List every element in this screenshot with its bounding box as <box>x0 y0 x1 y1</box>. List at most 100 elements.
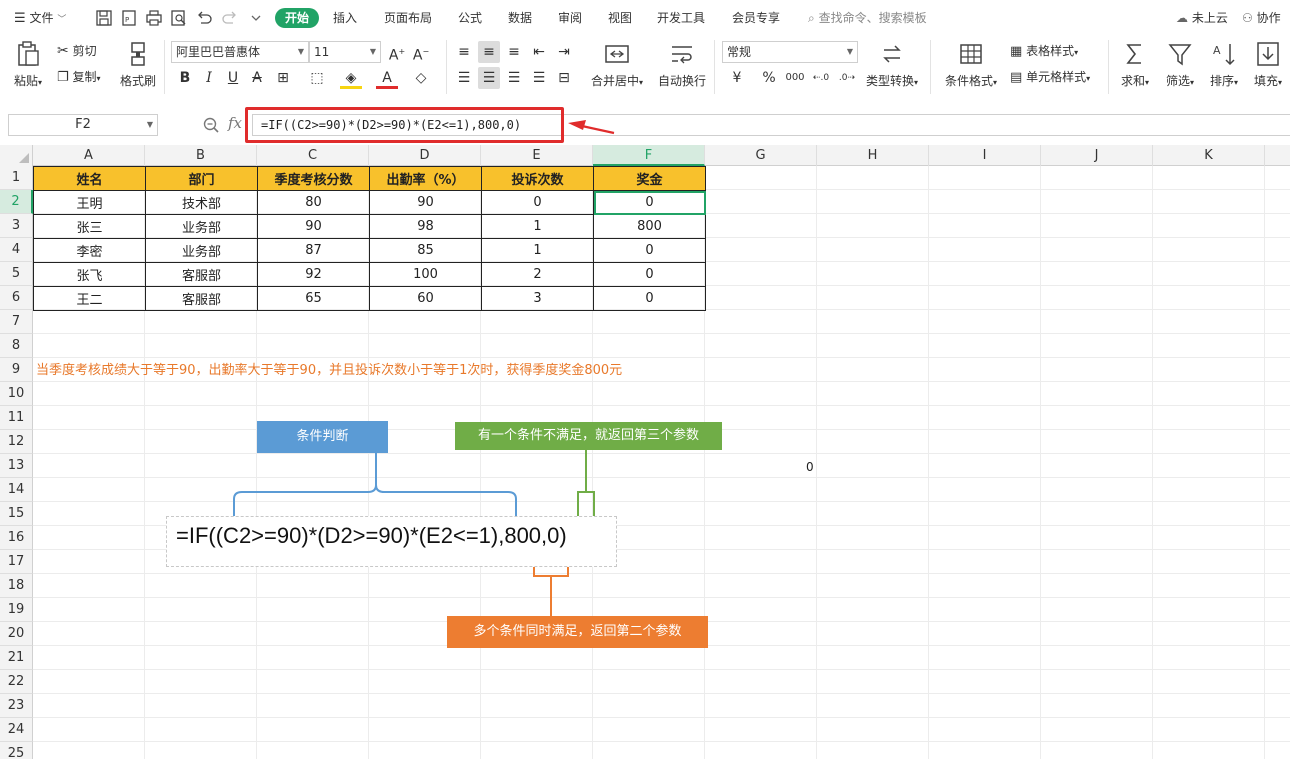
fx-icon[interactable]: fx <box>228 114 242 132</box>
condition-callout[interactable]: 条件判断 <box>257 421 388 453</box>
underline-icon[interactable]: U <box>222 67 244 89</box>
row-header-18[interactable]: 18 <box>0 574 33 598</box>
column-header-a[interactable]: A <box>33 145 145 166</box>
table-cell[interactable]: 0 <box>593 286 706 311</box>
decrease-font-size-icon[interactable]: A− <box>410 41 432 64</box>
bonus-rule-note[interactable]: 当季度考核成绩大于等于90，出勤率大于等于90，并且投诉次数小于等于1次时，获得… <box>36 359 622 378</box>
table-cell[interactable]: 张三 <box>33 214 146 239</box>
true-result-callout[interactable]: 多个条件同时满足，返回第二个参数 <box>447 616 708 648</box>
row-header-15[interactable]: 15 <box>0 502 33 526</box>
row-header-23[interactable]: 23 <box>0 694 33 718</box>
fill-pattern-icon[interactable]: ⬚ <box>306 67 328 89</box>
row-header-2[interactable]: 2 <box>0 190 33 214</box>
copy-button[interactable]: ❐ 复制▾ <box>57 67 101 87</box>
table-cell[interactable]: 3 <box>481 286 594 311</box>
column-header-d[interactable]: D <box>369 145 481 166</box>
fill-button[interactable]: 填充▾ <box>1248 40 1288 89</box>
table-header-cell[interactable]: 投诉次数 <box>481 166 594 191</box>
table-cell[interactable]: 2 <box>481 262 594 287</box>
row-header-14[interactable]: 14 <box>0 478 33 502</box>
table-header-cell[interactable]: 出勤率（%） <box>369 166 482 191</box>
redo-icon[interactable] <box>221 9 239 27</box>
table-cell[interactable]: 100 <box>369 262 482 287</box>
row-header-21[interactable]: 21 <box>0 646 33 670</box>
format-painter-button[interactable]: 格式刷 <box>118 40 158 89</box>
table-cell[interactable]: 1 <box>481 238 594 263</box>
table-header-cell[interactable]: 姓名 <box>33 166 146 191</box>
row-header-16[interactable]: 16 <box>0 526 33 550</box>
table-cell[interactable]: 1 <box>481 214 594 239</box>
row-header-13[interactable]: 13 <box>0 454 33 478</box>
decrease-decimal-icon[interactable]: .0⇢ <box>836 67 858 89</box>
save-icon[interactable] <box>95 9 113 27</box>
wrap-text-button[interactable]: 自动换行 <box>656 40 708 89</box>
table-cell[interactable]: 王明 <box>33 190 146 215</box>
conditional-format-button[interactable]: 条件格式▾ <box>942 40 1000 89</box>
column-header-i[interactable]: I <box>929 145 1041 166</box>
table-cell[interactable]: 90 <box>369 190 482 215</box>
merge-center-button[interactable]: 合并居中▾ <box>588 40 646 89</box>
column-header-k[interactable]: K <box>1153 145 1265 166</box>
type-convert-button[interactable]: 类型转换▾ <box>862 40 922 89</box>
select-all-corner[interactable] <box>0 145 33 166</box>
row-header-17[interactable]: 17 <box>0 550 33 574</box>
table-cell[interactable]: 业务部 <box>145 238 258 263</box>
table-cell[interactable]: 92 <box>257 262 370 287</box>
row-header-6[interactable]: 6 <box>0 286 33 310</box>
print-preview-icon[interactable] <box>170 9 188 27</box>
tab-developer[interactable]: 开发工具 <box>657 9 705 27</box>
table-cell[interactable]: 业务部 <box>145 214 258 239</box>
table-header-cell[interactable]: 部门 <box>145 166 258 191</box>
clear-format-icon[interactable]: ◇ <box>410 67 432 89</box>
column-header-b[interactable]: B <box>145 145 257 166</box>
font-color-icon[interactable]: A <box>376 67 398 89</box>
table-cell[interactable]: 技术部 <box>145 190 258 215</box>
font-name-select[interactable]: 阿里巴巴普惠体 ▼ <box>171 41 309 63</box>
collab-button[interactable]: ⚇ 协作 <box>1242 9 1281 27</box>
table-style-button[interactable]: ▦ 表格样式▾ <box>1010 41 1078 61</box>
tab-data[interactable]: 数据 <box>508 9 532 27</box>
zoom-icon[interactable] <box>202 116 220 134</box>
row-header-25[interactable]: 25 <box>0 742 33 759</box>
row-header-1[interactable]: 1 <box>0 166 33 190</box>
print-icon[interactable] <box>145 9 163 27</box>
undo-icon[interactable] <box>195 9 213 27</box>
align-top-icon[interactable]: ≡ <box>453 41 475 63</box>
table-cell[interactable]: 65 <box>257 286 370 311</box>
tab-page-layout[interactable]: 页面布局 <box>384 9 432 27</box>
table-cell[interactable]: 李密 <box>33 238 146 263</box>
row-header-10[interactable]: 10 <box>0 382 33 406</box>
table-cell[interactable]: 王二 <box>33 286 146 311</box>
column-header-j[interactable]: J <box>1041 145 1153 166</box>
number-format-select[interactable]: 常规 ▼ <box>722 41 858 63</box>
command-search[interactable]: ⌕ 查找命令、搜索模板 <box>808 9 927 27</box>
table-cell[interactable]: 80 <box>257 190 370 215</box>
table-cell[interactable]: 90 <box>257 214 370 239</box>
row-header-9[interactable]: 9 <box>0 358 33 382</box>
fill-color-icon[interactable]: ◈ <box>340 67 362 89</box>
table-cell[interactable]: 87 <box>257 238 370 263</box>
align-right-icon[interactable]: ☰ <box>503 67 525 89</box>
tab-review[interactable]: 审阅 <box>558 9 582 27</box>
thousands-separator-icon[interactable]: 000 <box>784 67 806 89</box>
row-header-4[interactable]: 4 <box>0 238 33 262</box>
table-cell[interactable]: 0 <box>593 238 706 263</box>
column-header-e[interactable]: E <box>481 145 593 166</box>
bold-icon[interactable]: B <box>174 67 196 89</box>
percent-icon[interactable]: % <box>758 67 780 89</box>
increase-font-size-icon[interactable]: A+ <box>386 41 408 64</box>
table-cell[interactable]: 客服部 <box>145 262 258 287</box>
row-header-7[interactable]: 7 <box>0 310 33 334</box>
column-header-h[interactable]: H <box>817 145 929 166</box>
tab-member[interactable]: 会员专享 <box>732 9 780 27</box>
row-header-19[interactable]: 19 <box>0 598 33 622</box>
table-cell[interactable]: 客服部 <box>145 286 258 311</box>
cloud-status[interactable]: ☁ 未上云 <box>1176 9 1228 27</box>
table-cell[interactable]: 0 <box>593 190 706 215</box>
export-pdf-icon[interactable]: P <box>120 9 138 27</box>
row-header-22[interactable]: 22 <box>0 670 33 694</box>
false-result-callout[interactable]: 有一个条件不满足，就返回第三个参数 <box>455 422 722 450</box>
increase-decimal-icon[interactable]: ⇠.0 <box>810 67 832 89</box>
align-bottom-icon[interactable]: ≡ <box>503 41 525 63</box>
column-header-g[interactable]: G <box>705 145 817 166</box>
